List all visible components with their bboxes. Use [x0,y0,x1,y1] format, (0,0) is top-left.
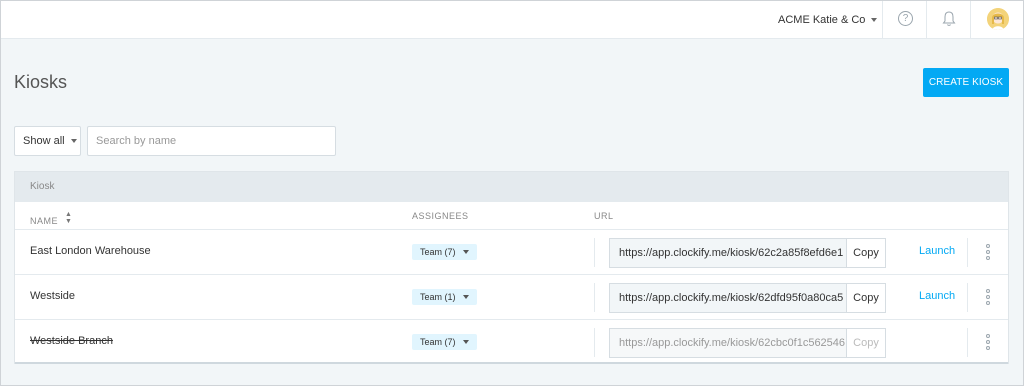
divider [882,1,883,39]
copy-url-button[interactable]: Copy [846,283,886,313]
help-icon[interactable]: ? [898,11,913,26]
assignees-label: Team (1) [420,292,456,302]
column-name-label: NAME [30,216,59,226]
assignees-dropdown[interactable]: Team (7) [412,244,477,260]
workspace-name: ACME Katie & Co [778,14,866,26]
divider [970,1,971,39]
launch-link[interactable]: Launch [919,245,955,257]
copy-url-button[interactable]: Copy [846,238,886,268]
table-row: Westside Team (1) https://app.clockify.m… [15,275,1008,320]
workspace-switcher[interactable]: ACME Katie & Co [778,13,878,27]
assignees-dropdown[interactable]: Team (7) [412,334,477,350]
kiosk-url-field[interactable]: https://app.clockify.me/kiosk/62dfd95f0a… [609,283,846,313]
divider [594,283,595,312]
chevron-down-icon [462,295,469,299]
kiosk-name[interactable]: Westside Branch [30,335,113,347]
show-filter-label: Show all [23,135,65,147]
assignees-label: Team (7) [420,337,456,347]
top-bar: ACME Katie & Co ? [1,1,1023,39]
assignees-label: Team (7) [420,247,456,257]
kiosk-name[interactable]: Westside [30,290,75,302]
launch-link[interactable]: Launch [919,290,955,302]
divider [967,328,968,357]
sort-icon[interactable]: ▲ ▼ [65,211,72,225]
column-assignees: ASSIGNEES [412,211,469,221]
more-options-icon[interactable] [985,244,991,262]
table-header: NAME ▲ ▼ ASSIGNEES URL [15,202,1008,230]
page-title: Kiosks [14,72,68,92]
kiosk-table: Kiosk NAME ▲ ▼ ASSIGNEES URL East London … [14,171,1009,364]
more-options-icon[interactable] [985,289,991,307]
app-frame: ACME Katie & Co ? Kiosks CREATE KIOSK Sh… [0,0,1024,386]
table-row: East London Warehouse Team (7) https://a… [15,230,1008,275]
kiosk-name[interactable]: East London Warehouse [30,245,151,257]
show-filter-dropdown[interactable]: Show all [14,126,81,156]
divider [967,283,968,312]
chevron-down-icon [462,340,469,344]
search-input[interactable] [87,126,336,156]
table-row: Westside Branch Team (7) https://app.clo… [15,320,1008,364]
kiosk-url-field: https://app.clockify.me/kiosk/62cbc0f1c5… [609,328,846,358]
bell-icon[interactable] [941,10,957,28]
assignees-dropdown[interactable]: Team (1) [412,289,477,305]
column-url: URL [594,211,614,221]
table-caption: Kiosk [15,172,1008,202]
create-kiosk-button[interactable]: CREATE KIOSK [923,68,1009,97]
avatar[interactable] [987,8,1009,30]
divider [594,238,595,267]
column-name[interactable]: NAME ▲ ▼ [30,211,72,226]
divider [967,238,968,267]
chevron-down-icon [871,18,878,22]
more-options-icon[interactable] [985,334,991,352]
chevron-down-icon [462,250,469,254]
divider [926,1,927,39]
kiosk-url-field[interactable]: https://app.clockify.me/kiosk/62c2a85f8e… [609,238,846,268]
chevron-down-icon [70,139,77,143]
copy-url-button: Copy [846,328,886,358]
divider [594,328,595,357]
